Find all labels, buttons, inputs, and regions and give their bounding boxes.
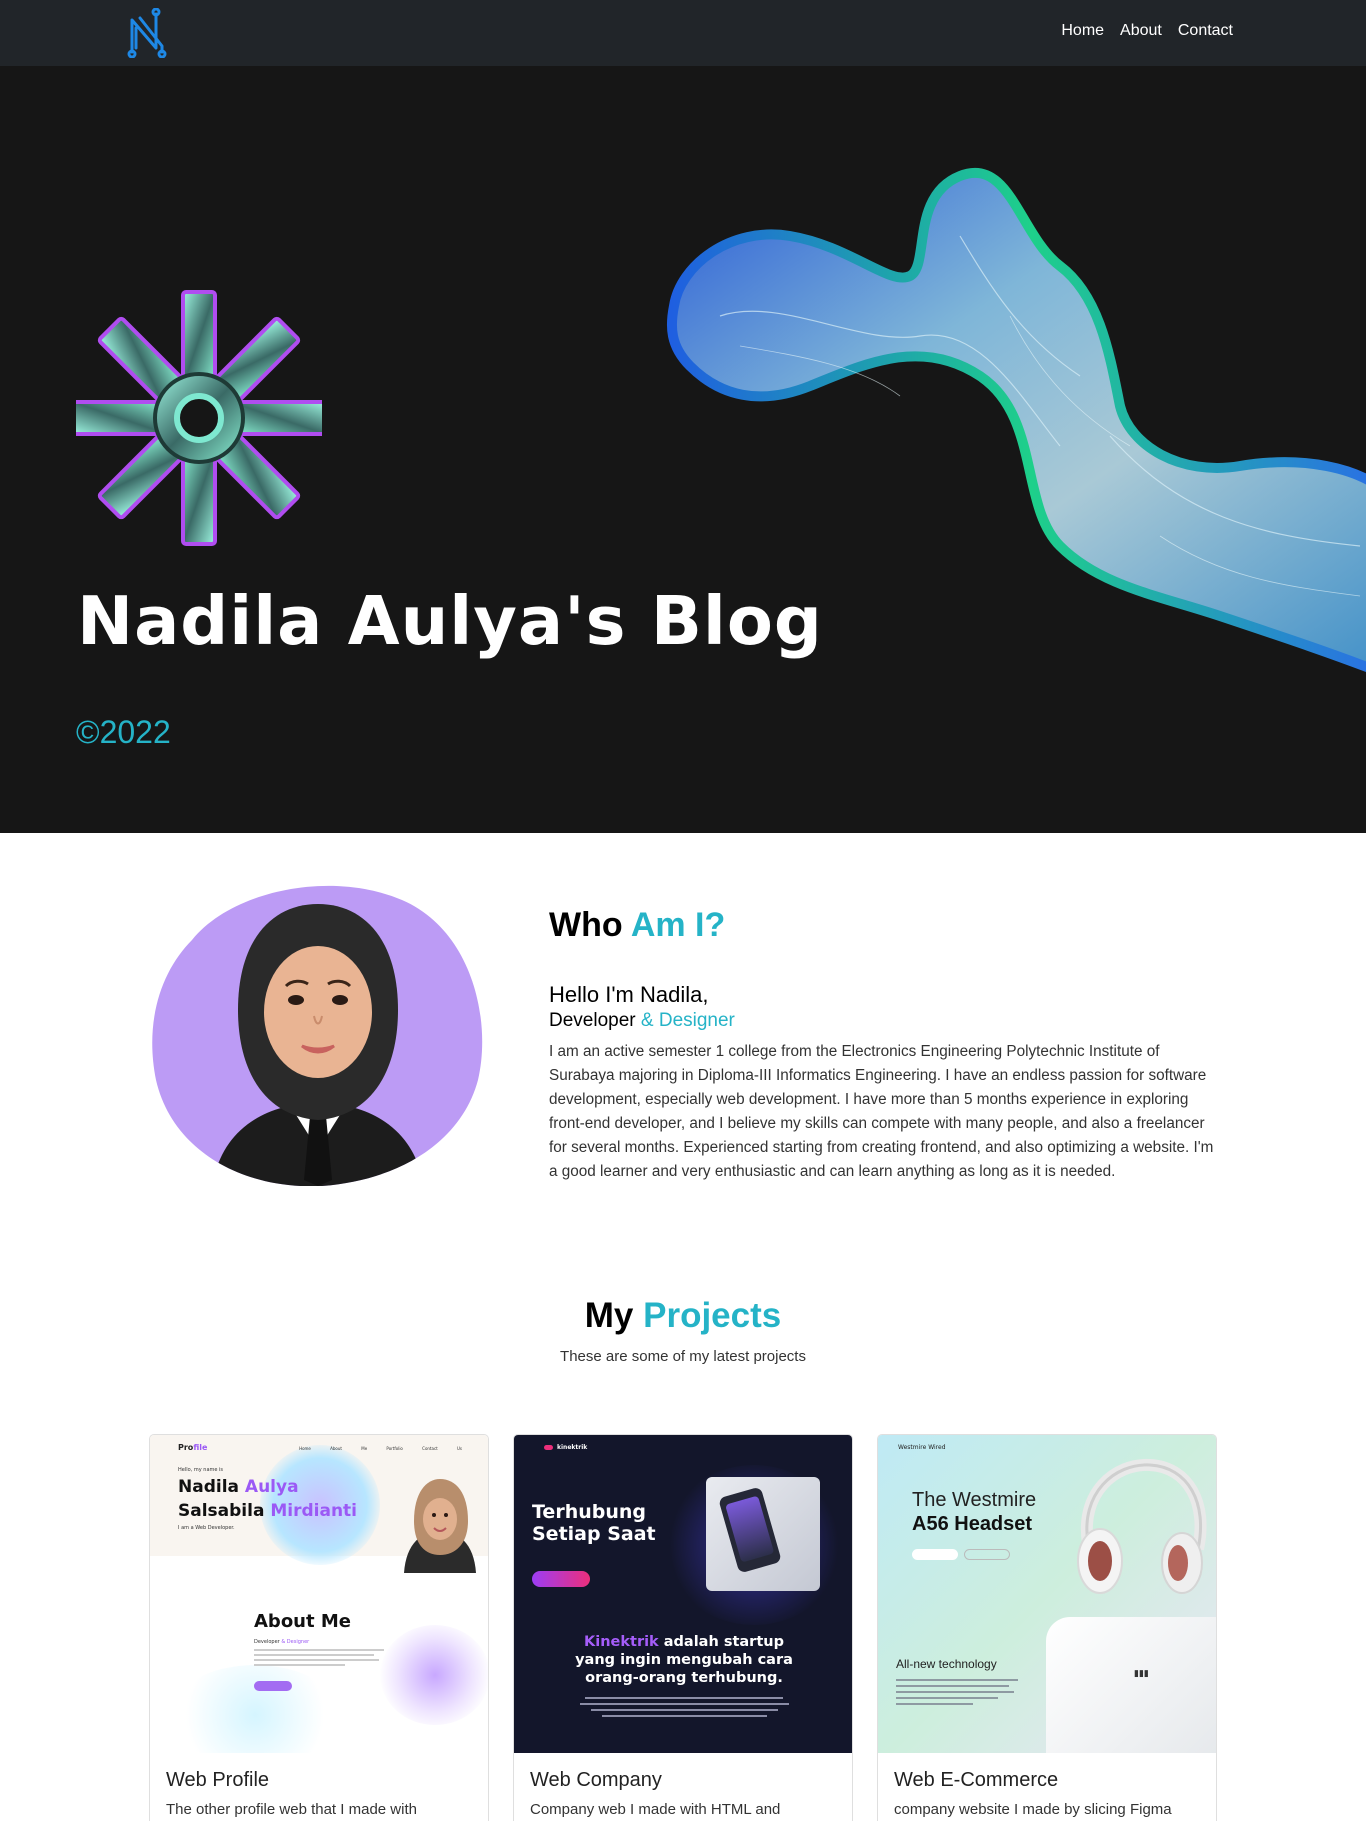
about-title-plain: Who [549,906,623,944]
thumbnail-sub: I am a Web Developer. [178,1525,235,1531]
nav-link-home[interactable]: Home [1061,22,1104,40]
project-card-title: Web E-Commerce [894,1769,1059,1791]
thumbnail-button [532,1571,590,1587]
thumbnail-brand-a: Pro [178,1443,194,1452]
thumbnail-gradient-blob [380,1625,488,1725]
about-role-accent: & Designer [640,1010,735,1031]
thumbnail-brand: Westmire Wired [898,1444,946,1451]
thumbnail-text-lines [574,1697,794,1721]
thumbnail-device-photo: ▮▮▮ [1046,1617,1216,1753]
project-card-text: company website I made by slicing Figma [894,1801,1172,1818]
phone-icon [718,1486,782,1574]
thumbnail-gradient-blob [170,1665,340,1753]
hero-year: ©2022 [76,714,171,750]
thumbnail-heading-line1: The Westmire [912,1489,1037,1511]
projects-title-plain: My [584,1296,634,1335]
logo-icon[interactable] [126,8,172,58]
project-thumbnail: kinektrik Terhubung Setiap Saat Kinektri… [514,1435,852,1753]
thumbnail-tagline-accent: Kinektrik [584,1634,659,1650]
hero-star-image [76,290,322,546]
thumbnail-name: Nadila Aulya Salsabila Mirdianti [178,1475,357,1523]
about-title-accent: Am I? [630,906,726,944]
thumbnail-dev-b: & Designer [281,1639,310,1645]
navbar: Home About Contact [0,0,1366,66]
thumbnail-phone-photo [706,1477,820,1591]
project-card-title: Web Company [530,1769,662,1791]
thumbnail-tagline-part: adalah startup [663,1634,784,1650]
thumbnail-button [912,1549,958,1560]
thumbnail-name-part: Salsabila [178,1501,265,1521]
thumbnail-brand-b: file [193,1443,208,1452]
thumbnail-brand: kinektrik [544,1444,587,1451]
thumbnail-heading: Terhubung Setiap Saat [532,1501,656,1545]
hero-title: Nadila Aulya's Blog [77,582,823,660]
thumbnail-heading-line: Setiap Saat [532,1523,656,1545]
thumbnail-heading-line: Terhubung [532,1501,646,1523]
nav-links: Home About Contact [1061,22,1233,40]
thumbnail-tagline: Kinektrik adalah startup yang ingin meng… [514,1633,852,1687]
thumbnail-button [254,1681,292,1691]
project-card-title: Web Profile [166,1769,270,1791]
project-card-text: Company web I made with HTML and [530,1801,781,1818]
about-role: Developer & Designer [549,1010,735,1032]
thumbnail-about: About Me [254,1611,351,1632]
about-role-plain: Developer [549,1010,636,1031]
thumbnail-name-part: Nadila [178,1477,239,1497]
thumbnail-tagline-part: yang ingin mengubah cara [575,1652,793,1668]
project-card-web-ecommerce[interactable]: Westmire Wired The Westmire A56 Headset … [877,1434,1217,1821]
thumbnail-name-part: Mirdianti [270,1501,358,1521]
thumbnail-heading-line2: A56 Headset [912,1513,1033,1535]
thumbnail-tagline-part: orang-orang terhubung. [585,1670,783,1686]
about-description: I am an active semester 1 college from t… [549,1043,1214,1180]
nav-link-about[interactable]: About [1120,22,1162,40]
signal-icon: ▮▮▮ [1134,1669,1149,1679]
projects-subtitle: These are some of my latest projects [560,1348,806,1365]
about-hello: Hello I'm Nadila, [549,982,709,1007]
thumbnail-menu: Home About Me Portfolio Contact Us [299,1446,462,1451]
projects-title-accent: Projects [643,1296,782,1335]
headphones-icon [1077,1458,1207,1594]
thumbnail-name-part: Aulya [244,1477,299,1497]
thumbnail-hello: Hello, my name is [178,1467,224,1473]
projects-title: My Projects [0,1296,1366,1336]
thumbnail-button [964,1549,1010,1560]
thumbnail-text-lines [254,1649,384,1669]
thumbnail-text-lines [896,1679,1024,1709]
thumbnail-brand: Profile [178,1443,207,1452]
project-card-web-company[interactable]: kinektrik Terhubung Setiap Saat Kinektri… [513,1434,853,1821]
about-title: Who Am I? [549,906,725,945]
project-thumbnail: Profile Home About Me Portfolio Contact … [150,1435,488,1753]
thumbnail-dev: Developer & Designer [254,1639,309,1645]
nav-link-contact[interactable]: Contact [1178,22,1233,40]
project-thumbnail: Westmire Wired The Westmire A56 Headset … [878,1435,1216,1753]
hero-section: Nadila Aulya's Blog ©2022 [0,66,1366,833]
project-card-web-profile[interactable]: Profile Home About Me Portfolio Contact … [149,1434,489,1821]
thumbnail-dev-a: Developer [254,1639,280,1645]
thumbnail-portrait [404,1479,476,1573]
project-card-text: The other profile web that I made with [166,1801,417,1818]
thumbnail-caption: All-new technology [896,1657,997,1671]
profile-photo [152,885,483,1186]
